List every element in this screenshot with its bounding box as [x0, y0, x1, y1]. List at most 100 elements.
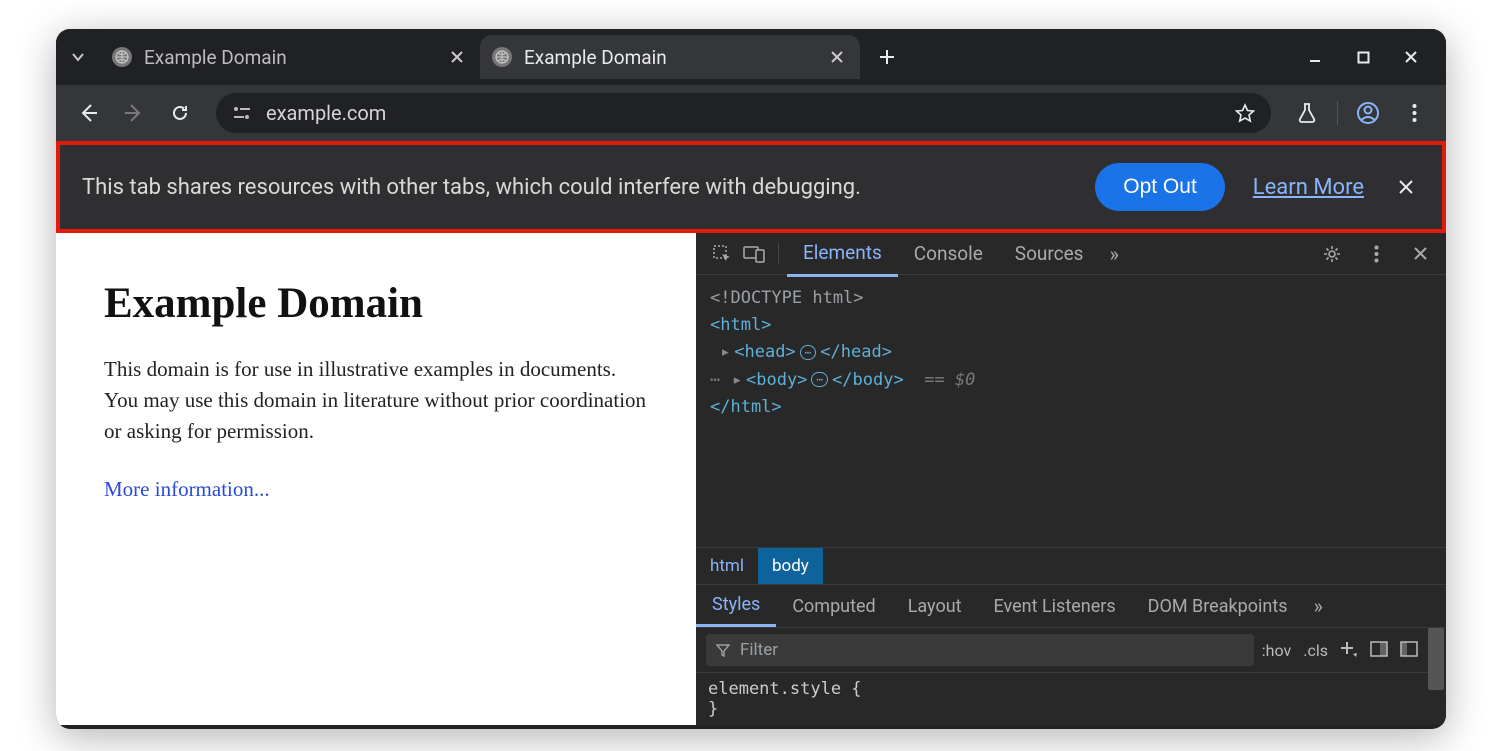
inspect-element-button[interactable]: [706, 238, 738, 270]
styles-tab-styles[interactable]: Styles: [696, 585, 776, 627]
star-icon: [1235, 103, 1255, 123]
globe-icon: [112, 47, 132, 67]
tab-close-button[interactable]: [826, 46, 848, 68]
scrollbar-track[interactable]: [1428, 628, 1446, 725]
styles-tab-computed[interactable]: Computed: [776, 587, 891, 626]
close-window-button[interactable]: [1402, 48, 1420, 66]
tab-inactive[interactable]: Example Domain: [100, 35, 480, 79]
devtools-tabs-overflow[interactable]: »: [1099, 242, 1128, 266]
window-controls: [1306, 48, 1446, 66]
kebab-icon: [1412, 103, 1417, 123]
arrow-right-icon: [123, 102, 145, 124]
styles-tabbar: Styles Computed Layout Event Listeners D…: [696, 584, 1446, 628]
rendered-page: Example Domain This domain is for use in…: [56, 233, 696, 725]
devtools-close-button[interactable]: [1404, 238, 1436, 270]
dom-head-close: </head>: [820, 342, 892, 362]
infobar-close-button[interactable]: [1392, 179, 1420, 195]
dom-body-open[interactable]: <body>: [746, 370, 807, 390]
browser-window: Example Domain Example Domain: [56, 29, 1446, 729]
dom-html-open[interactable]: <html>: [710, 315, 771, 335]
menu-button[interactable]: [1396, 95, 1432, 131]
tab-close-button[interactable]: [446, 46, 468, 68]
more-info-link[interactable]: More information...: [104, 477, 270, 501]
tab-title: Example Domain: [144, 46, 434, 69]
devtools-menu-button[interactable]: [1360, 238, 1392, 270]
reload-button[interactable]: [162, 95, 198, 131]
minimize-button[interactable]: [1306, 48, 1324, 66]
devtools-tabbar: Elements Console Sources »: [696, 233, 1446, 275]
close-icon: [1404, 50, 1418, 64]
dom-breadcrumbs: html body: [696, 547, 1446, 584]
new-tab-button[interactable]: [860, 48, 914, 66]
filter-icon: [716, 643, 730, 657]
styles-filter-input[interactable]: Filter: [706, 634, 1254, 666]
dom-head-open[interactable]: <head>: [734, 342, 795, 362]
opt-out-button[interactable]: Opt Out: [1095, 163, 1225, 211]
styles-tab-dom-breakpoints[interactable]: DOM Breakpoints: [1132, 587, 1304, 626]
divider: [1337, 101, 1338, 125]
panel-icon: [1370, 641, 1388, 657]
plus-icon: [1340, 641, 1358, 657]
debugging-infobar: This tab shares resources with other tab…: [60, 145, 1442, 229]
styles-tabs-overflow[interactable]: »: [1304, 594, 1333, 618]
devtools-panel: Elements Console Sources » <!DOCTYPE htm…: [696, 233, 1446, 725]
learn-more-link[interactable]: Learn More: [1253, 175, 1364, 200]
breadcrumb-body[interactable]: body: [758, 548, 823, 584]
maximize-button[interactable]: [1354, 48, 1372, 66]
devtools-settings-button[interactable]: [1316, 238, 1348, 270]
kebab-icon: [1374, 245, 1379, 263]
bookmark-button[interactable]: [1235, 103, 1255, 123]
computed-styles-button[interactable]: [1370, 641, 1388, 660]
forward-button[interactable]: [116, 95, 152, 131]
flask-icon: [1297, 102, 1317, 124]
dom-tree[interactable]: <!DOCTYPE html> <html> ▸<head>⋯</head> ⋯…: [696, 275, 1446, 547]
toolbar: example.com: [56, 85, 1446, 141]
divider: [778, 243, 779, 265]
styles-filter-row: Filter :hov .cls: [696, 628, 1428, 673]
toggle-sidebar-button[interactable]: [1400, 641, 1418, 660]
globe-icon: [492, 47, 512, 67]
tab-active[interactable]: Example Domain: [480, 35, 860, 79]
sidebar-icon: [1400, 641, 1418, 657]
tablist-dropdown-button[interactable]: [62, 41, 94, 73]
devtools-tab-elements[interactable]: Elements: [787, 231, 898, 277]
filter-placeholder: Filter: [740, 640, 778, 660]
dom-html-close: </html>: [710, 397, 782, 417]
content-row: Example Domain This domain is for use in…: [56, 233, 1446, 725]
ellipsis-icon[interactable]: ⋯: [811, 372, 828, 387]
ellipsis-icon[interactable]: ⋯: [800, 345, 817, 360]
page-paragraph: This domain is for use in illustrative e…: [104, 354, 648, 447]
devtools-tab-sources[interactable]: Sources: [999, 232, 1100, 275]
infobar-highlight: This tab shares resources with other tab…: [56, 141, 1446, 233]
profile-button[interactable]: [1350, 95, 1386, 131]
close-icon: [1398, 179, 1414, 195]
breadcrumb-html[interactable]: html: [696, 548, 758, 584]
arrow-left-icon: [77, 102, 99, 124]
tab-title: Example Domain: [524, 46, 814, 69]
styles-tab-layout[interactable]: Layout: [892, 587, 978, 626]
hov-toggle[interactable]: :hov: [1262, 641, 1291, 660]
close-icon: [830, 50, 844, 64]
tab-strip: Example Domain Example Domain: [56, 29, 1446, 85]
back-button[interactable]: [70, 95, 106, 131]
dom-body-close: </body>: [832, 370, 904, 390]
cls-toggle[interactable]: .cls: [1303, 641, 1328, 660]
devtools-tab-console[interactable]: Console: [898, 232, 999, 275]
close-icon: [1413, 246, 1428, 261]
inspect-icon: [712, 244, 732, 264]
address-bar[interactable]: example.com: [216, 93, 1271, 133]
new-style-rule-button[interactable]: [1340, 641, 1358, 660]
gear-icon: [1322, 244, 1342, 264]
styles-body[interactable]: element.style { }: [696, 673, 1428, 725]
reload-icon: [170, 103, 190, 123]
styles-toggles: :hov .cls: [1262, 641, 1418, 660]
styles-tab-event-listeners[interactable]: Event Listeners: [978, 587, 1132, 626]
device-toolbar-button[interactable]: [738, 238, 770, 270]
site-settings-icon[interactable]: [232, 105, 252, 121]
profile-icon: [1356, 101, 1380, 125]
style-rule-close: }: [708, 699, 1416, 719]
infobar-message: This tab shares resources with other tab…: [82, 175, 1067, 200]
scrollbar-thumb[interactable]: [1428, 628, 1444, 690]
labs-button[interactable]: [1289, 95, 1325, 131]
minimize-icon: [1308, 50, 1322, 64]
